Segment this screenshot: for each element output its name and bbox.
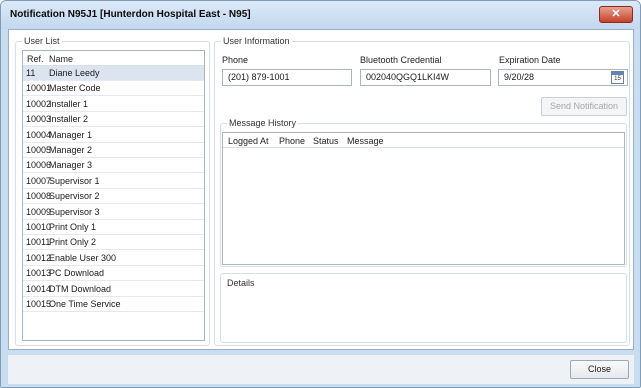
user-row[interactable]: 10003 Installer 2 [23, 112, 204, 128]
user-name: PC Download [49, 268, 105, 279]
user-name: Manager 3 [49, 160, 93, 171]
user-ref: 10008 [26, 191, 52, 202]
user-row[interactable]: 10004 Manager 1 [23, 128, 204, 143]
user-name: Installer 1 [49, 98, 89, 109]
user-name: Diane Leedy [49, 68, 100, 78]
user-name: Installer 2 [49, 114, 89, 125]
column-header-message[interactable]: Message [347, 136, 384, 146]
footer-bar: Close [8, 354, 634, 384]
user-ref: 11 [26, 68, 36, 78]
user-ref: 10003 [26, 114, 52, 125]
user-row[interactable]: 10009 Supervisor 3 [23, 205, 204, 220]
user-name: Supervisor 3 [49, 206, 100, 217]
user-row[interactable]: 10008 Supervisor 2 [23, 189, 204, 205]
user-row[interactable]: 10013 PC Download [23, 266, 204, 282]
message-history-group: Message History Logged At Phone Status M… [220, 118, 627, 267]
user-name: Print Only 2 [49, 237, 97, 248]
user-row[interactable]: 10012 Enable User 300 [23, 251, 204, 266]
user-name: Supervisor 2 [49, 191, 100, 202]
column-header-ref[interactable]: Ref. [27, 54, 44, 64]
calendar-day: 15 [614, 76, 621, 82]
message-history-grid[interactable]: Logged At Phone Status Message [222, 132, 625, 265]
expiration-date-field[interactable]: 9/20/28 15 [498, 69, 628, 86]
phone-label: Phone [222, 55, 249, 65]
title-bar[interactable]: Notification N95J1 [Hunterdon Hospital E… [1, 1, 640, 29]
user-row[interactable]: 10001 Master Code [23, 81, 204, 97]
user-ref: 10014 [26, 283, 52, 294]
user-ref: 10005 [26, 145, 52, 155]
user-row[interactable]: 10005 Manager 2 [23, 143, 204, 158]
user-ref: 10013 [26, 268, 52, 279]
column-header-name[interactable]: Name [49, 54, 73, 64]
notification-window: Notification N95J1 [Hunterdon Hospital E… [0, 0, 641, 388]
user-row[interactable]: 10010 Print Only 1 [23, 220, 204, 235]
user-list-header: Ref. Name [23, 51, 204, 66]
column-header-phone[interactable]: Phone [279, 136, 305, 146]
user-row[interactable]: 10002 Installer 1 [23, 97, 204, 112]
user-row[interactable]: 11 Diane Leedy [23, 66, 204, 81]
message-history-header: Logged At Phone Status Message [223, 133, 624, 148]
window-close-button[interactable]: ✕ [599, 6, 633, 23]
user-name: DTM Download [49, 283, 112, 294]
user-name: Print Only 1 [49, 222, 97, 232]
user-list-grid[interactable]: Ref. Name 11 Diane Leedy 10001 Master Code 1… [22, 50, 205, 341]
column-header-status[interactable]: Status [313, 136, 339, 146]
user-name: Manager 2 [49, 145, 93, 155]
user-ref: 10010 [26, 222, 52, 232]
user-list-group: User List Ref. Name 11 Diane Leedy 10001 Ma… [15, 36, 210, 346]
user-ref: 10011 [26, 237, 51, 248]
user-ref: 10001 [26, 83, 52, 94]
calendar-icon[interactable]: 15 [611, 71, 624, 84]
user-ref: 10006 [26, 160, 52, 171]
bluetooth-credential-label: Bluetooth Credential [360, 55, 442, 65]
user-row[interactable]: 10007 Supervisor 1 [23, 174, 204, 189]
column-header-logged-at[interactable]: Logged At [228, 136, 269, 146]
user-ref: 10004 [26, 129, 52, 140]
details-group: Details [220, 273, 627, 343]
user-ref: 10002 [26, 98, 52, 109]
user-row[interactable]: 10015 One Time Service [23, 297, 204, 312]
dialog-body: User List Ref. Name 11 Diane Leedy 10001 Ma… [8, 29, 634, 350]
user-name: Supervisor 1 [49, 175, 100, 186]
user-ref: 10009 [26, 206, 52, 217]
phone-field[interactable]: (201) 879-1001 [222, 69, 352, 86]
user-ref: 10012 [26, 252, 52, 263]
user-row[interactable]: 10011 Print Only 2 [23, 235, 204, 251]
close-button[interactable]: Close [570, 360, 629, 379]
message-history-label: Message History [227, 118, 299, 129]
user-row[interactable]: 10014 DTM Download [23, 282, 204, 297]
window-title: Notification N95J1 [Hunterdon Hospital E… [10, 9, 251, 20]
user-name: Enable User 300 [49, 252, 117, 263]
expiration-date-label: Expiration Date [499, 55, 561, 65]
expiration-date-value: 9/20/28 [504, 72, 535, 82]
user-information-label: User Information [221, 36, 292, 47]
user-name: One Time Service [49, 299, 121, 309]
details-label: Details [225, 278, 257, 289]
user-row[interactable]: 10006 Manager 3 [23, 158, 204, 174]
user-list-label: User List [22, 36, 62, 47]
close-icon: ✕ [611, 8, 621, 20]
send-notification-button[interactable]: Send Notification [541, 97, 627, 116]
user-name: Master Code [49, 83, 101, 94]
bluetooth-credential-field[interactable]: 002040QGQ1LKI4W [360, 69, 491, 86]
user-ref: 10007 [26, 175, 52, 186]
user-ref: 10015 [26, 299, 52, 309]
user-name: Manager 1 [49, 129, 93, 140]
user-information-group: User Information Phone (201) 879-1001 Bl… [214, 36, 630, 346]
